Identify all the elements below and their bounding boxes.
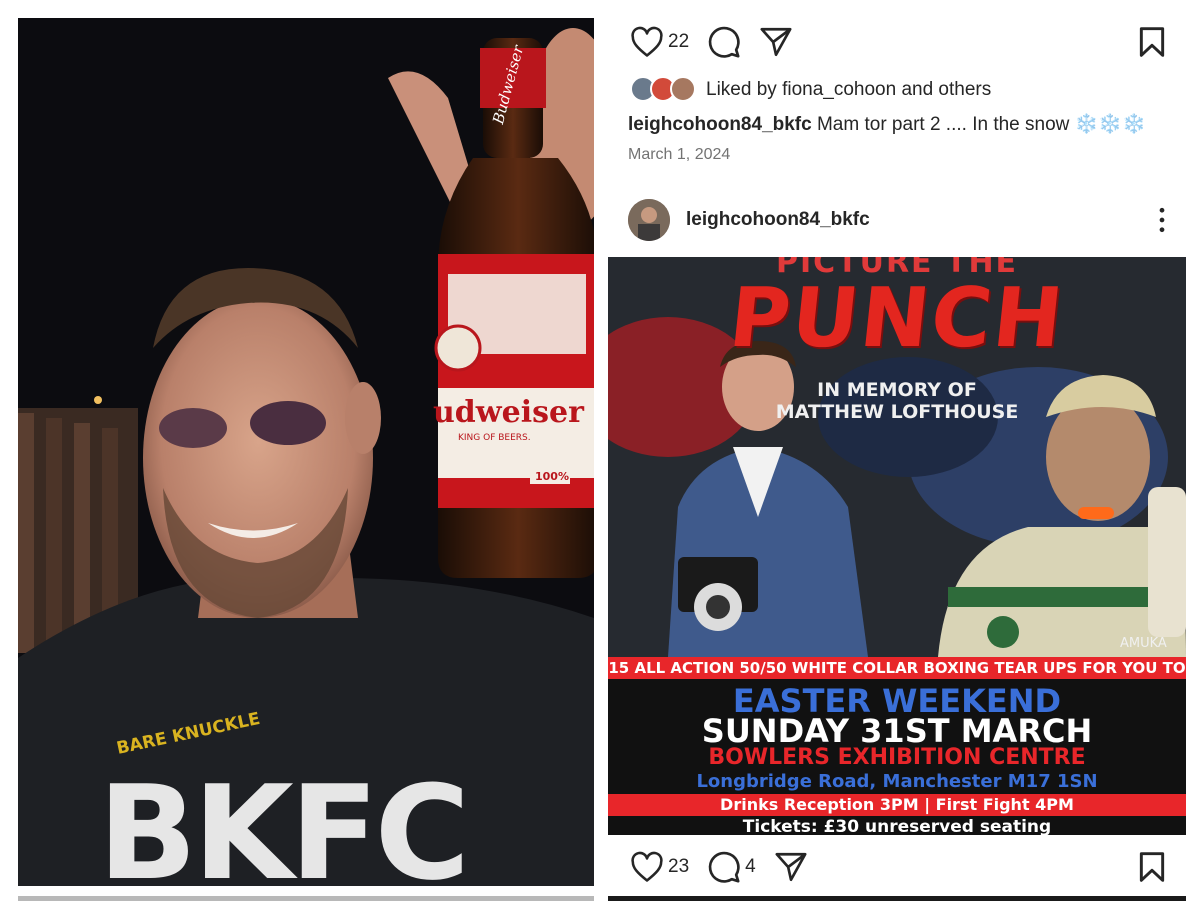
poster-address: Longbridge Road, Manchester M17 1SN: [696, 771, 1098, 792]
bottle-pct-text: 100%: [535, 470, 569, 483]
more-options-icon[interactable]: [1156, 207, 1168, 233]
post-feed-column: 22 Liked by fiona_cohoon and others leig…: [608, 0, 1186, 901]
post2-action-bar: 23 4: [630, 845, 1166, 889]
avatar: [670, 76, 696, 102]
photo-illustration: BARE KNUCKLE BKFC Budweiser udweiser KIN…: [18, 18, 594, 886]
bottle-sub-text: KING OF BEERS.: [458, 433, 531, 443]
poster-headline: PUNCH: [724, 271, 1070, 366]
next-photo-edge: [18, 896, 594, 901]
poster-tickets: Tickets: £30 unreserved seating: [742, 817, 1052, 835]
likes-count: 23: [668, 856, 690, 877]
bottle-brand-text: udweiser: [433, 395, 585, 430]
share-icon[interactable]: [759, 26, 793, 58]
caption-emoji: ❄️❄️❄️: [1074, 114, 1146, 135]
liked-by-prefix: Liked by: [706, 79, 777, 100]
liked-by-row[interactable]: Liked by fiona_cohoon and others: [630, 76, 991, 104]
caption-text: Mam tor part 2 .... In the snow: [816, 114, 1070, 135]
post1-caption: leighcohoon84_bkfc Mam tor part 2 .... I…: [628, 112, 1146, 136]
comment-icon[interactable]: [707, 850, 741, 884]
bookmark-icon[interactable]: [1138, 26, 1166, 58]
comment-icon[interactable]: [707, 25, 741, 59]
poster-memory-line1: IN MEMORY OF: [817, 379, 977, 401]
share-icon[interactable]: [774, 851, 808, 883]
caption-username[interactable]: leighcohoon84_bkfc: [628, 114, 812, 135]
liked-by-user[interactable]: fiona_cohoon: [782, 79, 896, 101]
poster-times: Drinks Reception 3PM | First Fight 4PM: [608, 794, 1186, 816]
avatar[interactable]: [628, 199, 670, 241]
likes-count: 22: [668, 31, 690, 52]
post2-header: leighcohoon84_bkfc: [628, 198, 1168, 242]
comments-count: 4: [745, 856, 756, 877]
poster-memory-line2: MATTHEW LOFTHOUSE: [775, 401, 1019, 423]
shirt-brand-text: AMUKA: [1120, 636, 1167, 651]
next-post-edge: [608, 896, 1186, 901]
post1-action-bar: 22: [630, 20, 1166, 64]
poster-banner: 15 ALL ACTION 50/50 WHITE COLLAR BOXING …: [608, 657, 1186, 699]
heart-icon[interactable]: [630, 26, 664, 58]
shirt-logo-text: BKFC: [98, 757, 466, 886]
poster-venue: BOWLERS EXHIBITION CENTRE: [708, 745, 1086, 770]
post-username[interactable]: leighcohoon84_bkfc: [686, 209, 870, 231]
liked-by-suffix: and others: [901, 79, 992, 100]
heart-icon[interactable]: [630, 851, 664, 883]
post2-poster-image[interactable]: AMUKA PICTURE THE PUNCH IN MEMORY OF MAT…: [608, 257, 1186, 835]
liked-avatars: [630, 76, 696, 104]
post-photo[interactable]: BARE KNUCKLE BKFC Budweiser udweiser KIN…: [18, 18, 594, 886]
bookmark-icon[interactable]: [1138, 851, 1166, 883]
post-date: March 1, 2024: [628, 146, 731, 163]
